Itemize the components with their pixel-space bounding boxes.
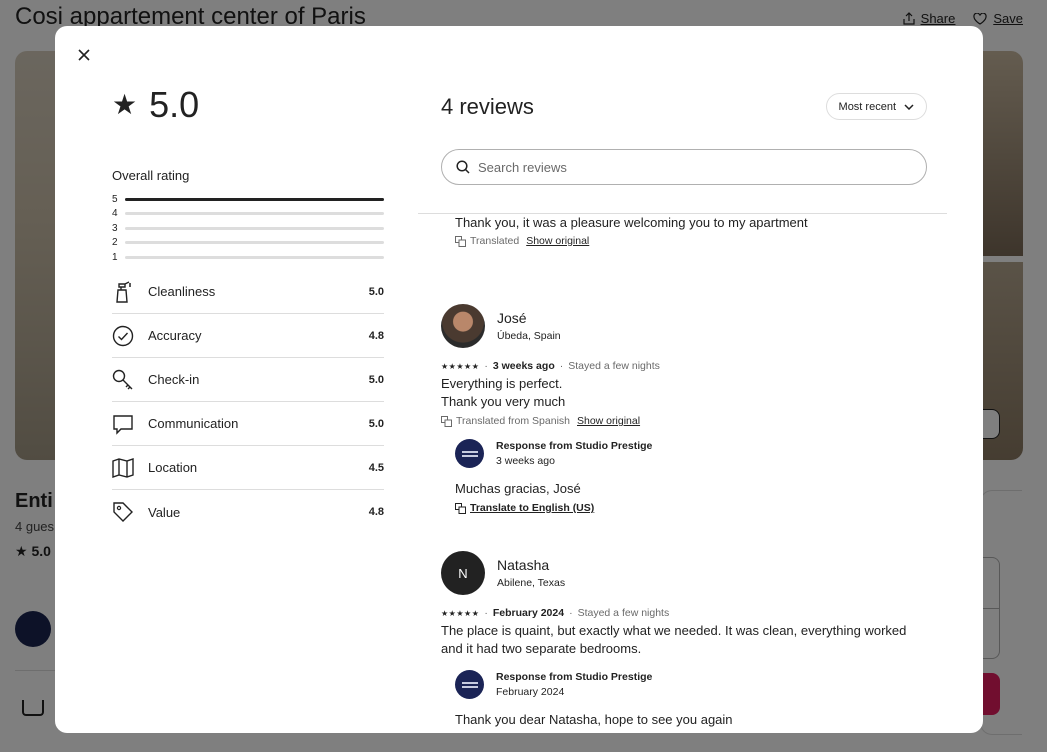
response-text: Thank you dear Natasha, hope to see you … bbox=[455, 712, 733, 727]
host-avatar[interactable] bbox=[455, 670, 484, 699]
review-text: The place is quaint, but exactly what we… bbox=[441, 623, 907, 656]
reviews-count: 4 reviews bbox=[441, 94, 534, 119]
response-date: February 2024 bbox=[496, 686, 565, 698]
category-cleanliness: Cleanliness 5.0 bbox=[112, 270, 384, 314]
category-ratings: Cleanliness 5.0 Accuracy 4.8 Check-in 5.… bbox=[112, 270, 384, 534]
overall-score: ★ 5.0 bbox=[112, 84, 200, 125]
tag-icon bbox=[112, 501, 148, 523]
rating-bar: 2 bbox=[112, 236, 384, 251]
review-date: February 2024 bbox=[492, 607, 565, 619]
rating-bar: 5 bbox=[112, 192, 384, 207]
reviewer-name: José bbox=[497, 310, 527, 326]
key-icon bbox=[112, 369, 148, 391]
host-response: Response from Studio Prestige February 2… bbox=[455, 670, 927, 729]
response-text: Muchas gracias, José bbox=[455, 481, 581, 496]
reviewer-avatar[interactable]: N bbox=[441, 551, 485, 595]
spray-bottle-icon bbox=[112, 280, 148, 304]
response-text: Thank you, it was a pleasure welcoming y… bbox=[455, 215, 808, 230]
search-icon bbox=[456, 160, 470, 174]
partial-response: Thank you, it was a pleasure welcoming y… bbox=[455, 214, 927, 247]
reviewer-name: Natasha bbox=[497, 557, 550, 573]
reviewer-location: Úbeda, Spain bbox=[497, 330, 561, 342]
show-original-link[interactable]: Show original bbox=[526, 235, 589, 247]
star-rating: ★★★★★ bbox=[441, 608, 480, 618]
chat-bubble-icon bbox=[112, 413, 148, 435]
stay-length: Stayed a few nights bbox=[577, 607, 670, 619]
reviews-feed[interactable]: Thank you, it was a pleasure welcoming y… bbox=[441, 214, 927, 733]
search-input[interactable] bbox=[478, 159, 898, 175]
star-rating: ★★★★★ bbox=[441, 361, 480, 371]
host-avatar[interactable] bbox=[455, 439, 484, 468]
translate-icon bbox=[455, 502, 466, 514]
reviews-modal: ★ 5.0 Overall rating 5 4 3 2 1 Cleanline… bbox=[55, 26, 983, 733]
category-communication: Communication 5.0 bbox=[112, 402, 384, 446]
review-card: N Natasha Abilene, Texas ★★★★★ · Februar… bbox=[441, 551, 927, 729]
show-original-link[interactable]: Show original bbox=[577, 415, 640, 427]
close-button[interactable] bbox=[73, 44, 95, 66]
close-icon bbox=[78, 49, 90, 61]
category-accuracy: Accuracy 4.8 bbox=[112, 314, 384, 358]
chevron-down-icon bbox=[904, 103, 914, 110]
translate-icon bbox=[455, 235, 466, 247]
review-card: José Úbeda, Spain ★★★★★ · 3 weeks ago · … bbox=[441, 304, 927, 514]
translation-row: Translated Show original bbox=[455, 235, 927, 247]
translate-link[interactable]: Translate to English (US) bbox=[470, 502, 594, 514]
translate-icon bbox=[441, 415, 452, 427]
rating-distribution: 5 4 3 2 1 bbox=[112, 192, 384, 265]
overall-rating-label: Overall rating bbox=[112, 168, 190, 183]
rating-bar: 3 bbox=[112, 221, 384, 236]
rating-bar: 1 bbox=[112, 250, 384, 265]
translation-row: Translated from Spanish Show original bbox=[441, 415, 927, 427]
review-meta: ★★★★★ · February 2024 · Stayed a few nig… bbox=[441, 607, 670, 619]
response-title: Response from Studio Prestige bbox=[496, 671, 653, 683]
response-title: Response from Studio Prestige bbox=[496, 440, 653, 452]
translation-row: Translate to English (US) bbox=[455, 502, 927, 514]
host-response: Response from Studio Prestige 3 weeks ag… bbox=[455, 439, 927, 514]
stay-length: Stayed a few nights bbox=[568, 360, 660, 372]
response-date: 3 weeks ago bbox=[496, 455, 555, 467]
rating-bar: 4 bbox=[112, 207, 384, 222]
review-date: 3 weeks ago bbox=[492, 360, 555, 372]
category-location: Location 4.5 bbox=[112, 446, 384, 490]
reviewer-location: Abilene, Texas bbox=[497, 577, 566, 589]
sort-dropdown[interactable]: Most recent bbox=[825, 93, 927, 120]
check-circle-icon bbox=[112, 325, 148, 347]
category-check-in: Check-in 5.0 bbox=[112, 358, 384, 402]
reviewer-header: José Úbeda, Spain bbox=[441, 304, 927, 348]
reviewer-avatar[interactable] bbox=[441, 304, 485, 348]
map-icon bbox=[112, 457, 148, 479]
category-value: Value 4.8 bbox=[112, 490, 384, 534]
review-text: Everything is perfect. Thank you very mu… bbox=[441, 376, 566, 409]
search-reviews-field[interactable] bbox=[441, 149, 927, 185]
review-meta: ★★★★★ · 3 weeks ago · Stayed a few night… bbox=[441, 360, 660, 372]
reviewer-header: N Natasha Abilene, Texas bbox=[441, 551, 927, 595]
star-icon: ★ bbox=[112, 89, 138, 120]
